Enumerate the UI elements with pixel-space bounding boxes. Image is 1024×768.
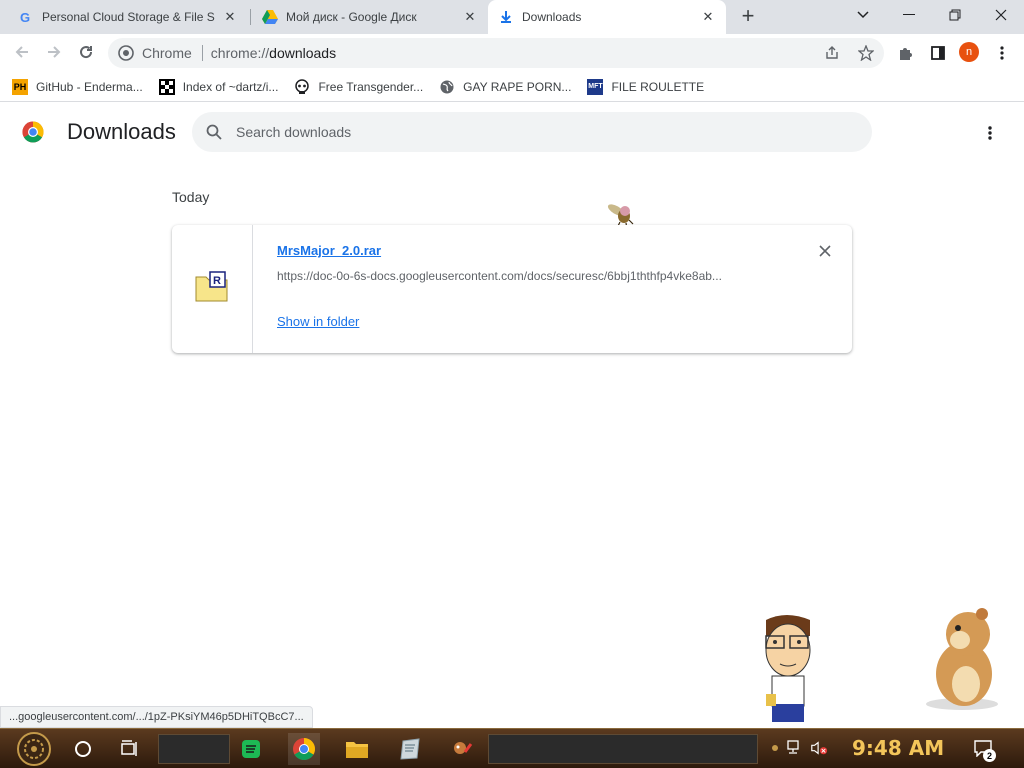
date-section-heading: Today [172, 189, 210, 205]
bookmark-gay-rape[interactable]: GAY RAPE PORN... [439, 79, 571, 95]
browser-toolbar: Chrome chrome://downloads n [0, 34, 1024, 72]
file-explorer-icon[interactable] [341, 733, 373, 765]
bookmark-label: FILE ROULETTE [611, 79, 705, 94]
taskbar-clock[interactable]: 9:48 AM [852, 736, 944, 760]
side-panel-icon[interactable] [927, 42, 949, 64]
notepad-icon[interactable] [394, 733, 426, 765]
more-actions-icon[interactable] [978, 121, 1002, 145]
extensions-puzzle-icon[interactable] [895, 42, 917, 64]
downloads-header: Downloads [0, 103, 1024, 161]
chrome-logo-icon [22, 121, 44, 143]
forward-button[interactable] [40, 38, 68, 66]
tab-search-chevron-icon[interactable] [840, 0, 886, 30]
globe-icon [439, 79, 455, 95]
tab-strip: G Personal Cloud Storage & File S ✕ Мой … [0, 0, 1024, 34]
tab-title: Мой диск - Google Диск [286, 10, 417, 24]
google-g-icon: G [18, 9, 34, 25]
search-input[interactable] [236, 124, 836, 140]
restore-button[interactable] [932, 0, 978, 30]
pixel-grid-icon [158, 78, 175, 95]
spotify-icon[interactable] [235, 733, 267, 765]
bookmarks-bar: PH GitHub - Enderma... Index of ~dartz/i… [0, 72, 1024, 102]
site-info-chip[interactable]: Chrome [108, 45, 211, 61]
minimize-button[interactable] [886, 0, 932, 30]
skull-icon [294, 78, 310, 95]
page-title: Downloads [67, 119, 176, 144]
close-window-button[interactable] [978, 0, 1024, 30]
chip-label: Chrome [142, 45, 192, 61]
ph-icon: PH [12, 78, 28, 95]
bookmark-index-of-dartz[interactable]: Index of ~dartz/i... [158, 78, 279, 95]
url-scheme: chrome:// [210, 45, 270, 61]
bookmark-label: GAY RAPE PORN... [463, 79, 572, 94]
file-source-url: https://doc-0o-6s-docs.googleusercontent… [277, 269, 722, 283]
share-icon[interactable] [822, 43, 842, 63]
svg-text:R: R [213, 275, 221, 287]
tab-google-drive[interactable]: Мой диск - Google Диск ✕ [252, 0, 488, 34]
chrome-icon [118, 45, 134, 61]
remove-download-close-icon[interactable] [817, 243, 833, 259]
back-button[interactable] [8, 38, 36, 66]
tab-separator [250, 9, 251, 25]
cortana-circle-icon[interactable] [67, 733, 99, 765]
tab-title: Personal Cloud Storage & File S [42, 10, 215, 24]
taskbar-pane [488, 734, 758, 764]
url-host: downloads [269, 45, 337, 61]
bookmark-file-roulette[interactable]: MFT FILE ROULETTE [587, 78, 705, 95]
bookmark-label: Index of ~dartz/i... [182, 79, 279, 94]
mft-icon: MFT [587, 78, 604, 95]
url-text: chrome://downloads [211, 45, 336, 61]
bookmark-label: Free Transgender... [318, 79, 424, 94]
new-tab-button[interactable]: + [736, 5, 760, 29]
bookmark-github[interactable]: PH GitHub - Enderma... [12, 78, 143, 95]
reload-button[interactable] [72, 38, 100, 66]
tab-downloads[interactable]: Downloads ✕ [488, 0, 726, 34]
bookmark-star-icon[interactable] [856, 43, 876, 63]
network-icon[interactable] [786, 739, 804, 757]
taskbar-pane [158, 734, 230, 764]
svg-text:G: G [20, 10, 30, 24]
link-status-bubble: ...googleusercontent.com/.../1pZ-PKsiYM4… [0, 706, 313, 728]
show-in-folder-link[interactable]: Show in folder [277, 314, 359, 329]
file-name-link[interactable]: MrsMajor_2.0.rar [277, 243, 381, 258]
search-icon [204, 122, 224, 142]
chip-separator [201, 45, 203, 61]
notification-count-badge: 2 [983, 749, 996, 762]
start-button[interactable] [16, 731, 52, 767]
profile-avatar[interactable]: n [959, 42, 979, 62]
task-view-icon[interactable] [114, 733, 146, 765]
cartoon-man-mascot [758, 612, 818, 728]
search-box[interactable] [192, 112, 872, 152]
hamster-mascot [920, 604, 1006, 712]
file-icon-column: R [172, 225, 253, 353]
bookmark-label: GitHub - Enderma... [36, 79, 143, 94]
tab-personal-cloud-storage[interactable]: G Personal Cloud Storage & File S ✕ [8, 0, 248, 34]
address-bar[interactable]: Chrome chrome://downloads [108, 38, 884, 68]
bookmark-free-transgender[interactable]: Free Transgender... [294, 78, 424, 95]
rar-file-icon: R [195, 271, 229, 308]
tab-title: Downloads [522, 10, 582, 24]
close-icon[interactable]: ✕ [222, 9, 238, 25]
chrome-taskbar-icon[interactable] [288, 733, 320, 765]
close-icon[interactable]: ✕ [700, 9, 716, 25]
tray-overflow-icon[interactable] [766, 739, 784, 757]
download-icon [498, 9, 514, 25]
google-drive-icon [262, 9, 278, 25]
windows-taskbar: 9:48 AM 2 [0, 728, 1024, 768]
chrome-menu-icon[interactable] [991, 42, 1013, 64]
close-icon[interactable]: ✕ [462, 9, 478, 25]
volume-muted-icon[interactable] [810, 739, 828, 757]
download-item-card: R MrsMajor_2.0.rar https://doc-0o-6s-doc… [172, 225, 852, 353]
mascot-app-icon[interactable] [446, 733, 478, 765]
